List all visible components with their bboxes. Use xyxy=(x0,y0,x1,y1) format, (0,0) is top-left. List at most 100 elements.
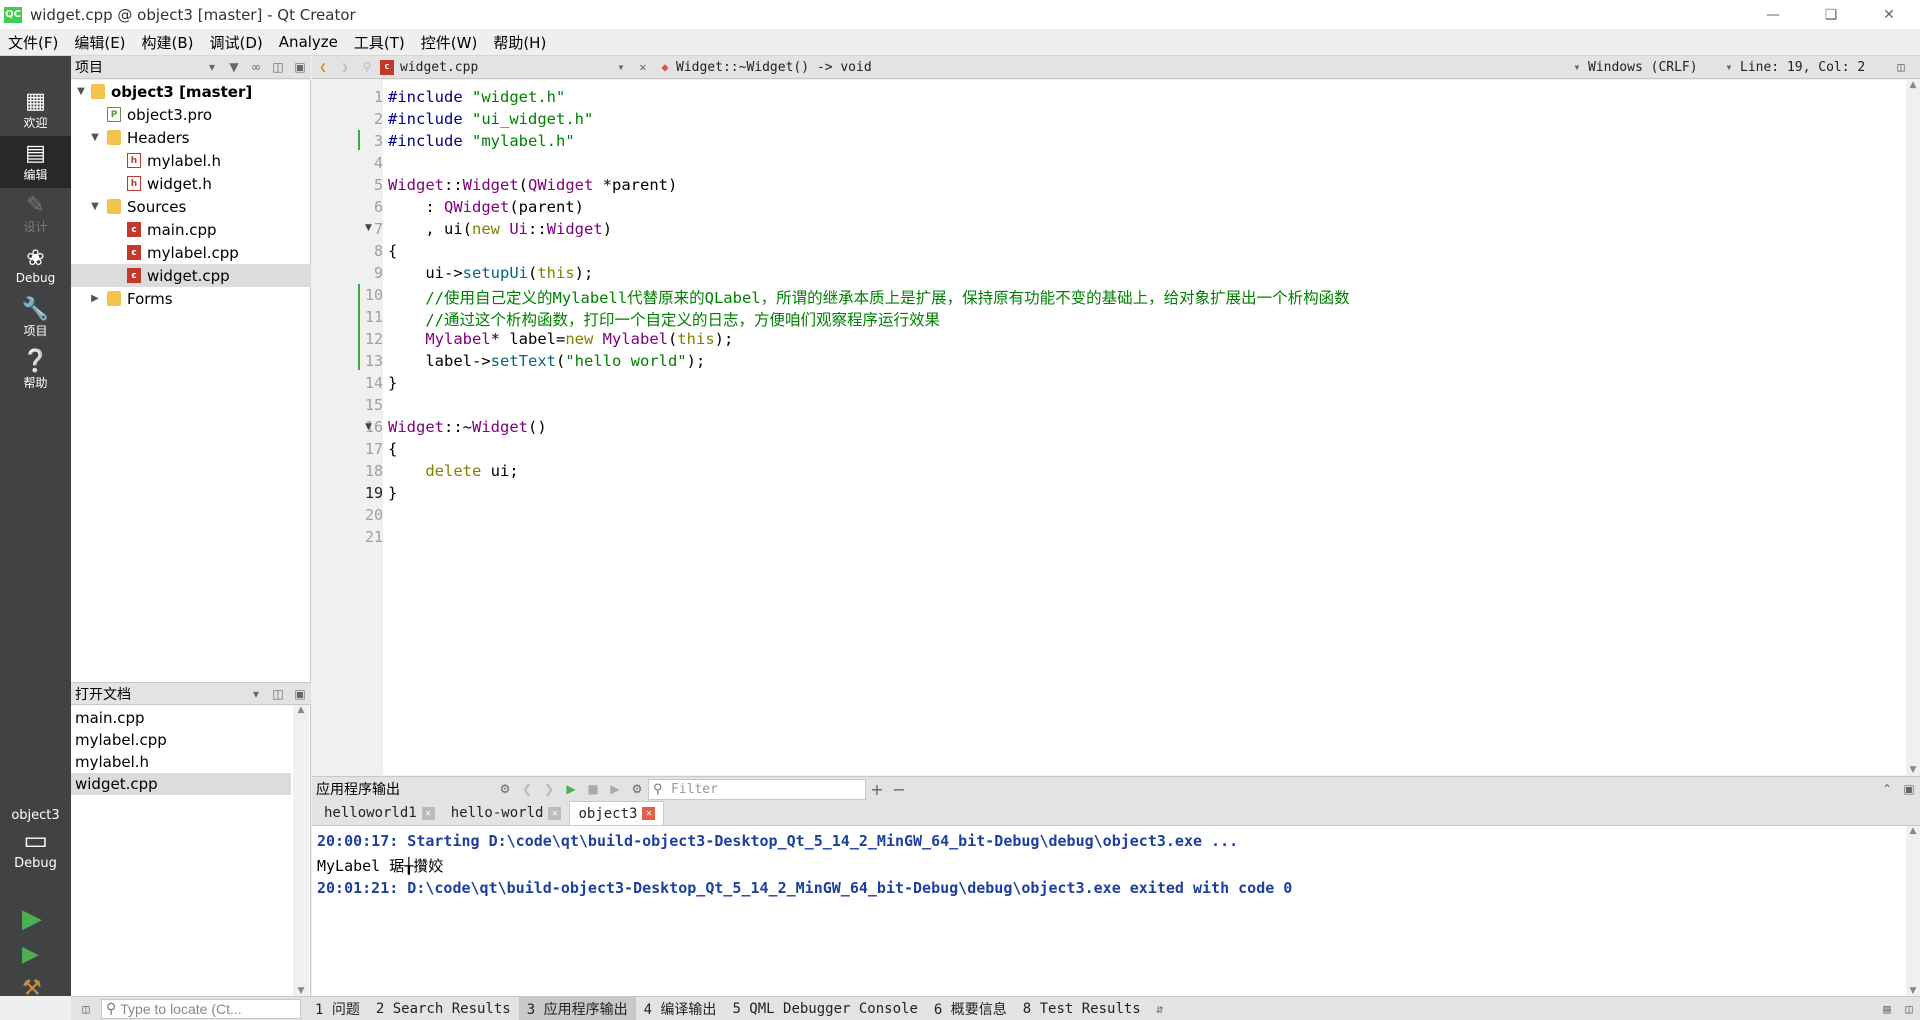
open-doc-item[interactable]: mylabel.cpp xyxy=(71,729,291,751)
pane-test-results[interactable]: 8 Test Results xyxy=(1015,997,1149,1020)
code-line[interactable]: delete ui; xyxy=(388,462,518,480)
tree-item-pro-file[interactable]: P object3.pro xyxy=(71,103,311,126)
close-file-icon[interactable]: ✕ xyxy=(632,60,654,74)
back-arrow-icon[interactable]: ❮ xyxy=(312,60,334,74)
dropdown-arrow-icon[interactable]: ▾ xyxy=(610,60,632,74)
code-line[interactable]: #include "mylabel.h" xyxy=(388,132,575,150)
close-pane-icon[interactable]: ▣ xyxy=(289,687,311,701)
code-line[interactable]: Mylabel* label=new Mylabel(this); xyxy=(388,330,733,348)
pane-general-messages[interactable]: 6 概要信息 xyxy=(926,997,1015,1020)
close-pane-icon[interactable]: ▣ xyxy=(1898,782,1920,796)
menu-widgets[interactable]: 控件(W) xyxy=(413,32,486,53)
scroll-down-icon[interactable]: ▼ xyxy=(1906,765,1920,775)
tree-item-forms[interactable]: ▶ Forms xyxy=(71,287,311,310)
tree-item-mylabel-h[interactable]: h mylabel.h xyxy=(71,149,311,172)
zoom-in-icon[interactable]: + xyxy=(866,780,888,799)
dropdown-arrow-icon[interactable]: ▾ xyxy=(245,687,267,701)
locator-input[interactable]: ⚲ Type to locate (Ct... xyxy=(101,998,301,1019)
minimize-button[interactable]: — xyxy=(1744,0,1802,29)
debug-run-button[interactable]: ▶ xyxy=(22,942,39,967)
mode-design[interactable]: ✎ 设计 xyxy=(0,188,71,240)
tree-item-project[interactable]: ▼ object3 [master] xyxy=(71,80,311,103)
scroll-down-icon[interactable]: ▼ xyxy=(1906,986,1920,996)
close-pane-icon[interactable]: ▣ xyxy=(289,60,311,74)
forward-arrow-icon[interactable]: ❯ xyxy=(334,60,356,74)
code-line[interactable]: #include "ui_widget.h" xyxy=(388,110,593,128)
zoom-out-icon[interactable]: − xyxy=(888,780,910,799)
scroll-down-icon[interactable]: ▼ xyxy=(293,986,309,996)
build-hammer-button[interactable]: ⚒ xyxy=(22,976,42,1001)
restore-button[interactable]: ❏ xyxy=(1802,0,1860,29)
tree-item-headers[interactable]: ▼ Headers xyxy=(71,126,311,149)
tree-item-main-cpp[interactable]: c main.cpp xyxy=(71,218,311,241)
editor-scrollbar[interactable]: ▲ ▼ xyxy=(1906,80,1920,775)
code-line[interactable]: #include "widget.h" xyxy=(388,88,565,106)
code-line[interactable]: //使用自己定义的Mylabell代替原来的QLabel，所谓的继承本质上是扩展… xyxy=(388,286,1349,308)
menu-file[interactable]: 文件(F) xyxy=(0,32,66,53)
scroll-up-icon[interactable]: ▲ xyxy=(293,705,309,715)
scroll-up-icon[interactable]: ▲ xyxy=(1906,826,1920,836)
open-docs-scrollbar[interactable]: ▲ ▼ xyxy=(293,705,309,996)
more-panes-icon[interactable]: ⇵ xyxy=(1149,1002,1171,1016)
output-text-area[interactable] xyxy=(312,826,1908,996)
open-doc-item[interactable]: mylabel.h xyxy=(71,751,291,773)
fold-arrow-icon[interactable]: ▼ xyxy=(365,422,372,432)
close-tab-icon[interactable]: ✕ xyxy=(548,806,562,820)
mode-edit[interactable]: ▤ 编辑 xyxy=(0,136,71,188)
line-ending-dropdown[interactable]: Windows (CRLF) xyxy=(1588,60,1718,75)
cursor-position[interactable]: Line: 19, Col: 2 xyxy=(1740,60,1890,75)
code-line[interactable]: //通过这个析构函数，打印一个自定义的日志，方便咱们观察程序运行效果 xyxy=(388,308,940,330)
menu-help[interactable]: 帮助(H) xyxy=(485,32,554,53)
code-line[interactable]: { xyxy=(388,440,397,458)
split-editor-icon[interactable]: ◫ xyxy=(1890,60,1912,74)
code-line[interactable]: { xyxy=(388,242,397,260)
filter-input[interactable]: ⚲ Filter xyxy=(648,778,866,800)
progress-details-icon[interactable]: ▤ xyxy=(1876,1002,1898,1016)
tree-item-widget-cpp[interactable]: c widget.cpp xyxy=(71,264,311,287)
menu-edit[interactable]: 编辑(E) xyxy=(66,32,133,53)
open-doc-item[interactable]: widget.cpp xyxy=(71,773,291,795)
pane-search-results[interactable]: 2 Search Results xyxy=(368,997,519,1020)
attach-icon[interactable]: ⚙ xyxy=(494,782,516,796)
code-line[interactable]: Widget::~Widget() xyxy=(388,418,547,436)
tree-item-sources[interactable]: ▼ Sources xyxy=(71,195,311,218)
filter-icon[interactable]: ▼ xyxy=(223,60,245,74)
output-tab[interactable]: helloworld1 ✕ xyxy=(316,801,443,825)
split-icon[interactable]: ◫ xyxy=(267,687,289,701)
toggle-sidebar-icon[interactable]: ◫ xyxy=(75,1002,97,1016)
run-button[interactable]: ▶ xyxy=(22,904,42,934)
pane-compile-output[interactable]: 4 编译输出 xyxy=(636,997,725,1020)
code-line[interactable]: label->setText("hello world"); xyxy=(388,352,705,370)
next-icon[interactable]: ❯ xyxy=(538,782,560,796)
close-button[interactable]: ✕ xyxy=(1860,0,1918,29)
close-tab-icon[interactable]: ✕ xyxy=(421,806,435,820)
output-scrollbar[interactable]: ▲ ▼ xyxy=(1906,826,1920,996)
expand-arrow-icon[interactable]: ▼ xyxy=(89,132,101,143)
dropdown-arrow-icon[interactable]: ▾ xyxy=(1718,60,1740,74)
expand-arrow-icon[interactable]: ▼ xyxy=(75,86,87,97)
split-icon[interactable]: ◫ xyxy=(267,60,289,74)
previous-icon[interactable]: ❮ xyxy=(516,782,538,796)
pane-qml-debugger-console[interactable]: 5 QML Debugger Console xyxy=(724,997,925,1020)
settings-gear-icon[interactable]: ⚙ xyxy=(626,782,648,796)
menu-analyze[interactable]: Analyze xyxy=(271,33,346,51)
mode-help[interactable]: ❔ 帮助 xyxy=(0,344,71,396)
code-line[interactable]: ui->setupUi(this); xyxy=(388,264,593,282)
expand-arrow-icon[interactable]: ▼ xyxy=(89,201,101,212)
menu-debug[interactable]: 调试(D) xyxy=(202,32,271,53)
fold-arrow-icon[interactable]: ▼ xyxy=(365,223,372,233)
open-doc-item[interactable]: main.cpp xyxy=(71,707,291,729)
dropdown-arrow-icon[interactable]: ▾ xyxy=(1566,60,1588,74)
mode-debug[interactable]: ❀ Debug xyxy=(0,240,71,292)
tree-item-mylabel-cpp[interactable]: c mylabel.cpp xyxy=(71,241,311,264)
code-line[interactable]: } xyxy=(388,484,397,502)
mode-welcome[interactable]: ▦ 欢迎 xyxy=(0,84,71,136)
open-documents-title[interactable]: 打开文档 xyxy=(75,684,245,704)
dropdown-arrow-icon[interactable]: ▾ xyxy=(201,60,223,74)
pane-application-output[interactable]: 3 应用程序输出 xyxy=(518,996,636,1020)
scroll-up-icon[interactable]: ▲ xyxy=(1906,80,1920,90)
code-line[interactable]: } xyxy=(388,374,397,392)
debug-attach-icon[interactable]: ▶ xyxy=(604,782,626,796)
output-tab[interactable]: hello-world ✕ xyxy=(443,801,570,825)
code-line[interactable]: Widget::Widget(QWidget *parent) xyxy=(388,176,677,194)
